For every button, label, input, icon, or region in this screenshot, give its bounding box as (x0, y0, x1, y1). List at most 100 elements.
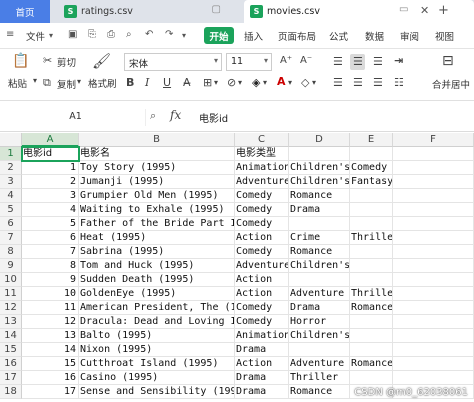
cell-c9[interactable]: Adventure (235, 259, 289, 273)
row-header[interactable]: 18 (0, 385, 22, 399)
cell-d16[interactable]: Adventure (289, 357, 350, 371)
cell-c5[interactable]: Comedy (235, 203, 289, 217)
cell-c14[interactable]: Animation (235, 329, 289, 343)
cell-f15[interactable] (393, 343, 474, 357)
cell-a14[interactable]: 13 (22, 329, 79, 343)
column-header-e[interactable]: E (350, 133, 393, 147)
cell-c2[interactable]: Animation (235, 161, 289, 175)
cell-a1[interactable]: 电影id (21, 146, 80, 162)
cell-d3[interactable]: Children's (289, 175, 350, 189)
cell-c7[interactable]: Action (235, 231, 289, 245)
row-header[interactable]: 4 (0, 189, 22, 203)
align-center-icon[interactable]: ☰ (353, 76, 363, 89)
cell-b8[interactable]: Sabrina (1995) (79, 245, 235, 259)
cut-button[interactable]: 剪切 (57, 55, 76, 69)
menu-data[interactable]: 数据 (365, 29, 384, 43)
cell-f11[interactable] (393, 287, 474, 301)
align-right-icon[interactable]: ☰ (373, 76, 383, 89)
close-icon[interactable]: ✕ (420, 4, 429, 17)
cell-e15[interactable] (350, 343, 393, 357)
column-header-a[interactable]: A (22, 133, 79, 147)
cell-a6[interactable]: 5 (22, 217, 79, 231)
row-header[interactable]: 14 (0, 329, 22, 343)
redo-icon[interactable]: ↷ (165, 29, 173, 40)
close-icon[interactable]: ▢ (212, 4, 221, 15)
cell-f5[interactable] (393, 203, 474, 217)
cell-f12[interactable] (393, 301, 474, 315)
cell-a11[interactable]: 10 (22, 287, 79, 301)
cell-a9[interactable]: 8 (22, 259, 79, 273)
cell-e7[interactable]: Thriller (350, 231, 393, 245)
cell-a3[interactable]: 2 (22, 175, 79, 189)
tab-start[interactable]: 开始 (204, 27, 234, 44)
cell-b18[interactable]: Sense and Sensibility (1995) (79, 385, 235, 399)
cell-e5[interactable] (350, 203, 393, 217)
cell-e14[interactable] (350, 329, 393, 343)
cell-b6[interactable]: Father of the Bride Part II (79, 217, 235, 231)
cell-e12[interactable]: Romance (350, 301, 393, 315)
cell-b11[interactable]: GoldenEye (1995) (79, 287, 235, 301)
format-painter-icon[interactable]: 🖌 (92, 52, 111, 70)
cell-d15[interactable] (289, 343, 350, 357)
cell-f10[interactable] (393, 273, 474, 287)
cell-b1[interactable]: 电影名 (79, 147, 235, 161)
chevron-down-icon[interactable]: ▾ (77, 77, 81, 86)
cell-c18[interactable]: Drama (235, 385, 289, 399)
font-color-icon[interactable]: A (277, 75, 286, 88)
cell-c6[interactable]: Comedy (235, 217, 289, 231)
cell-f13[interactable] (393, 315, 474, 329)
column-header-b[interactable]: B (79, 133, 235, 147)
cell-e9[interactable] (350, 259, 393, 273)
cell-e17[interactable] (350, 371, 393, 385)
cell-b4[interactable]: Grumpier Old Men (1995) (79, 189, 235, 203)
save-icon[interactable]: ▣ (68, 29, 77, 40)
cell-d4[interactable]: Romance (289, 189, 350, 203)
row-header[interactable]: 7 (0, 231, 22, 245)
cell-d8[interactable]: Romance (289, 245, 350, 259)
wrap-text-icon[interactable]: ⇥ (394, 54, 403, 67)
row-header[interactable]: 6 (0, 217, 22, 231)
tab-ratings[interactable]: S ratings.csv ▢ (60, 0, 235, 23)
cell-f14[interactable] (393, 329, 474, 343)
align-bottom-icon[interactable]: ☰ (373, 55, 383, 68)
chevron-down-icon[interactable]: ▾ (182, 31, 186, 40)
row-header[interactable]: 17 (0, 371, 22, 385)
cell-e2[interactable]: Comedy (350, 161, 393, 175)
cell-d5[interactable]: Drama (289, 203, 350, 217)
cell-c4[interactable]: Comedy (235, 189, 289, 203)
format-painter-button[interactable]: 格式刷 (88, 76, 117, 90)
menu-insert[interactable]: 插入 (244, 29, 263, 43)
cell-d6[interactable] (289, 217, 350, 231)
row-header[interactable]: 1 (0, 147, 22, 161)
cell-a7[interactable]: 6 (22, 231, 79, 245)
name-box[interactable]: A1 (6, 109, 146, 126)
column-header-f[interactable]: F (393, 133, 474, 147)
preview-icon[interactable]: ⌕ (126, 29, 132, 40)
paste-button[interactable]: 粘贴 (8, 76, 27, 90)
cell-c17[interactable]: Drama (235, 371, 289, 385)
cell-d18[interactable]: Romance (289, 385, 350, 399)
paste-icon[interactable]: 📋 (12, 53, 29, 69)
menu-file[interactable]: 文件 (26, 29, 45, 43)
column-header-c[interactable]: C (235, 133, 289, 147)
chevron-down-icon[interactable]: ▾ (49, 31, 53, 40)
cell-d13[interactable]: Horror (289, 315, 350, 329)
cell-d9[interactable]: Children's (289, 259, 350, 273)
cell-e1[interactable] (350, 147, 393, 161)
copy-icon[interactable]: ⧉ (43, 76, 51, 90)
cell-a15[interactable]: 14 (22, 343, 79, 357)
merge-center-button[interactable]: 合并居中 (432, 77, 470, 91)
cell-c11[interactable]: Action (235, 287, 289, 301)
export-icon[interactable]: ⎘ (88, 29, 96, 40)
cell-f16[interactable] (393, 357, 474, 371)
cell-c13[interactable]: Comedy (235, 315, 289, 329)
cell-a16[interactable]: 15 (22, 357, 79, 371)
cell-f8[interactable] (393, 245, 474, 259)
new-tab-icon[interactable]: + (438, 3, 449, 18)
cell-b16[interactable]: Cutthroat Island (1995) (79, 357, 235, 371)
menu-icon[interactable]: ≡ (6, 29, 14, 40)
row-header[interactable]: 11 (0, 287, 22, 301)
chevron-down-icon[interactable]: ▾ (288, 78, 292, 87)
row-header[interactable]: 2 (0, 161, 22, 175)
menu-review[interactable]: 审阅 (400, 29, 419, 43)
